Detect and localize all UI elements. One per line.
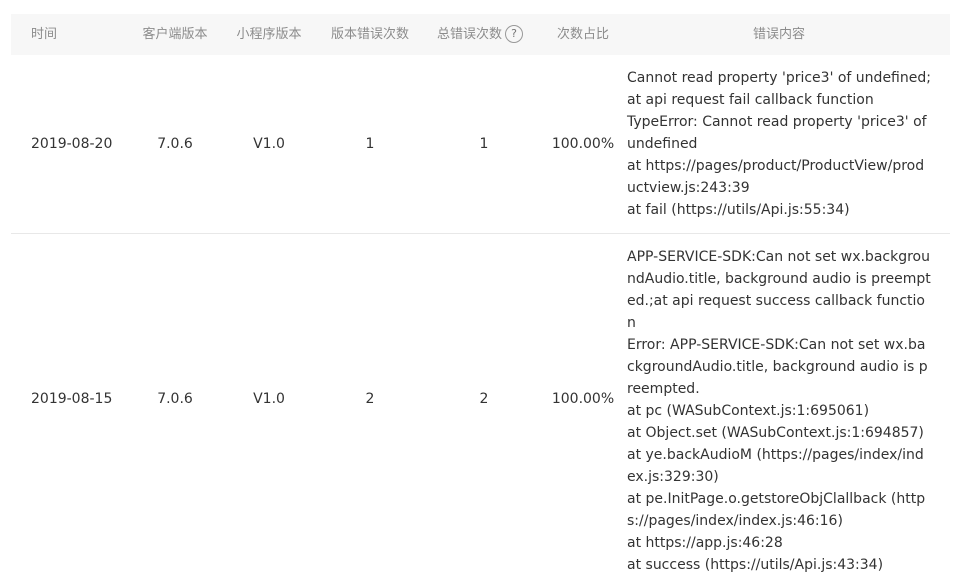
error-line: at Object.set (WASubContext.js:1:694857) xyxy=(627,425,924,441)
error-line: TypeError: Cannot read property 'price3'… xyxy=(627,114,927,152)
error-line: Cannot read property 'price3' of undefin… xyxy=(627,70,931,108)
table-row: 2019-08-15 7.0.6 V1.0 2 2 100.00% APP-SE… xyxy=(11,234,950,573)
header-miniprogram-version: 小程序版本 xyxy=(236,27,302,42)
header-total-error-count: 总错误次数? xyxy=(437,14,524,55)
cell-version-error-count: 1 xyxy=(365,136,375,152)
cell-miniprogram-version: V1.0 xyxy=(253,391,285,407)
cell-error-content: APP-SERVICE-SDK:Can not set wx.backgroun… xyxy=(627,246,931,576)
header-total-error-count-label: 总错误次数 xyxy=(437,27,503,42)
cell-client-version: 7.0.6 xyxy=(157,136,193,152)
cell-error-content: Cannot read property 'price3' of undefin… xyxy=(627,67,931,221)
header-time: 时间 xyxy=(31,27,58,42)
error-line: at fail (https://utils/Api.js:55:34) xyxy=(627,202,850,218)
header-version-error-count: 版本错误次数 xyxy=(330,27,409,42)
error-line: at pe.InitPage.o.getstoreObjClallback (h… xyxy=(627,491,926,529)
table-header: 时间 客户端版本 小程序版本 版本错误次数 总错误次数? 次数占比 错误内容 xyxy=(11,14,950,55)
error-line: at ye.backAudioM (https://pages/index/in… xyxy=(627,447,924,485)
error-line: at success (https://utils/Api.js:43:34) xyxy=(627,557,884,573)
header-ratio: 次数占比 xyxy=(556,27,609,42)
error-line: at pc (WASubContext.js:1:695061) xyxy=(627,403,870,419)
cell-total-error-count: 2 xyxy=(479,391,489,407)
header-client-version: 客户端版本 xyxy=(142,27,208,42)
header-error-content: 错误内容 xyxy=(752,27,805,42)
cell-time: 2019-08-20 xyxy=(31,136,113,152)
cell-client-version: 7.0.6 xyxy=(157,391,193,407)
error-line: Error: APP-SERVICE-SDK:Can not set wx.ba… xyxy=(627,337,928,397)
cell-ratio: 100.00% xyxy=(551,136,615,152)
cell-miniprogram-version: V1.0 xyxy=(253,136,285,152)
cell-total-error-count: 1 xyxy=(479,136,489,152)
cell-time: 2019-08-15 xyxy=(31,391,113,407)
cell-version-error-count: 2 xyxy=(365,391,375,407)
help-icon[interactable]: ? xyxy=(505,24,524,43)
error-line: at https://app.js:46:28 xyxy=(627,535,783,551)
error-line: APP-SERVICE-SDK:Can not set wx.backgroun… xyxy=(627,249,931,331)
cell-ratio: 100.00% xyxy=(551,391,615,407)
table-row: 2019-08-20 7.0.6 V1.0 1 1 100.00% Cannot… xyxy=(11,55,950,234)
error-table: 时间 客户端版本 小程序版本 版本错误次数 总错误次数? 次数占比 错误内容 2… xyxy=(11,14,950,573)
error-line: at https://pages/product/ProductView/pro… xyxy=(627,158,925,196)
